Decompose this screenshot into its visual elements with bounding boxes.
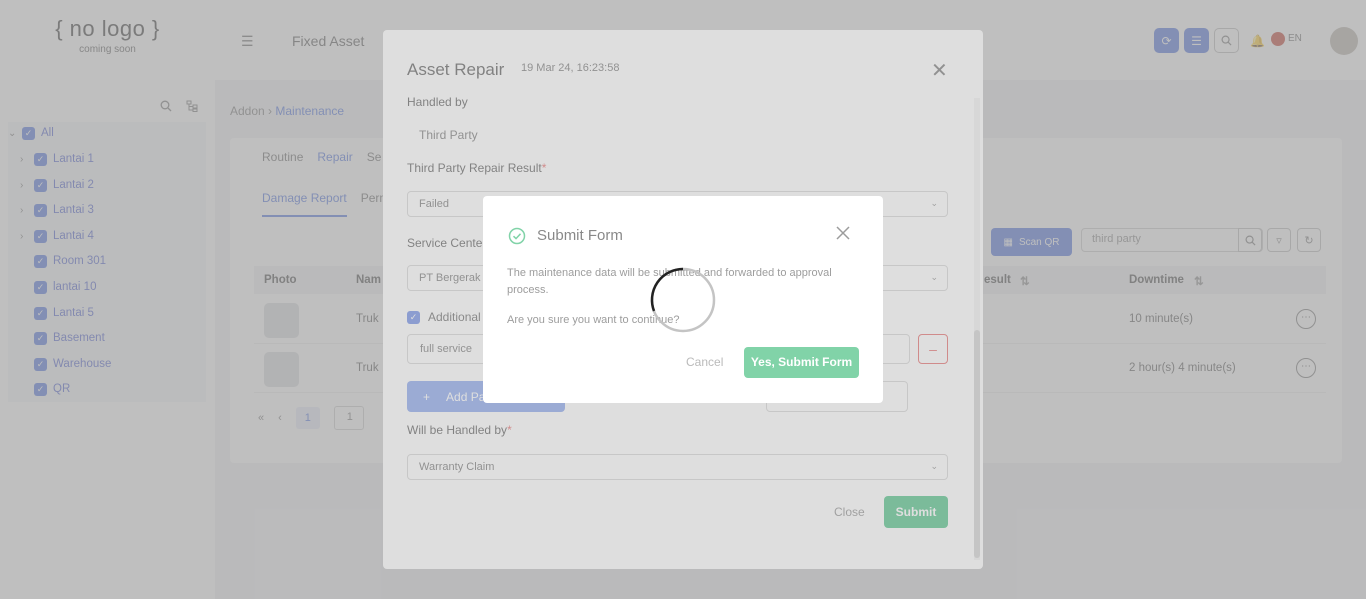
loading-spinner-icon bbox=[650, 267, 716, 333]
